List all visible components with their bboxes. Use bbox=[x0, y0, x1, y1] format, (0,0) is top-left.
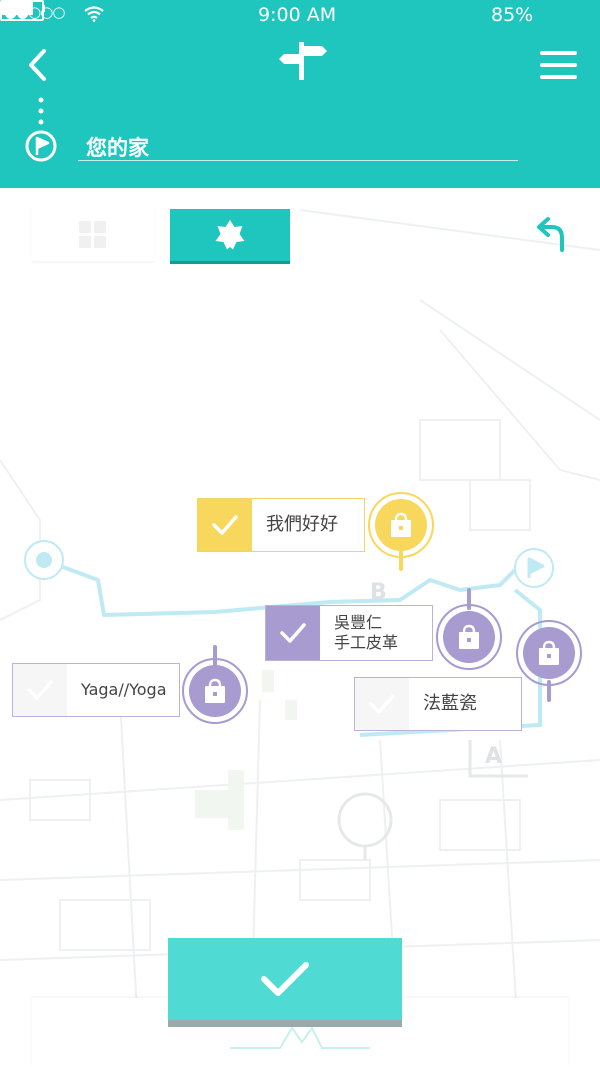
bag-pin-1[interactable] bbox=[368, 492, 434, 558]
map-marker-b: B bbox=[370, 580, 387, 605]
check-box-1[interactable] bbox=[198, 499, 252, 551]
bag-pin-4[interactable] bbox=[516, 620, 582, 686]
place-label-3: Yaga//Yoga bbox=[81, 680, 167, 699]
bag-pin-3[interactable] bbox=[182, 658, 248, 724]
place-label-2: 吳豐仁 手工皮革 bbox=[320, 606, 432, 660]
destination-text: 您的家 bbox=[86, 136, 149, 160]
grid-icon bbox=[79, 221, 106, 248]
place-card-1[interactable]: 我們好好 bbox=[197, 498, 365, 552]
wifi-icon bbox=[84, 6, 104, 22]
check-icon bbox=[280, 623, 306, 643]
back-icon[interactable] bbox=[26, 48, 50, 82]
destination-flag-icon bbox=[25, 130, 57, 162]
shopping-bag-icon bbox=[539, 640, 559, 665]
route-dots-icon bbox=[38, 97, 44, 125]
tab-grid-view[interactable] bbox=[32, 209, 154, 261]
tab-featured[interactable] bbox=[170, 209, 290, 261]
check-icon bbox=[212, 515, 238, 535]
undo-icon[interactable] bbox=[536, 216, 568, 254]
star-icon bbox=[215, 220, 245, 250]
status-time: 9:00 AM bbox=[258, 4, 337, 26]
shopping-bag-icon bbox=[459, 624, 479, 649]
place-label-4: 法藍瓷 bbox=[423, 693, 477, 714]
destination-field[interactable]: 您的家 bbox=[78, 128, 518, 161]
start-point-marker[interactable] bbox=[22, 538, 66, 582]
shopping-bag-icon bbox=[205, 678, 225, 703]
check-icon bbox=[27, 680, 53, 700]
check-box-2[interactable] bbox=[266, 606, 320, 660]
destination-flag-marker[interactable] bbox=[512, 546, 556, 590]
check-icon bbox=[261, 962, 309, 996]
menu-icon[interactable] bbox=[540, 50, 577, 80]
signpost-icon bbox=[279, 42, 327, 80]
bag-pin-2[interactable] bbox=[436, 604, 502, 670]
place-sub-2: 手工皮革 bbox=[334, 633, 399, 652]
check-icon bbox=[369, 694, 395, 714]
place-label-1: 我們好好 bbox=[266, 514, 338, 535]
place-card-2[interactable]: 吳豐仁 手工皮革 bbox=[265, 605, 433, 661]
place-card-4[interactable]: 法藍瓷 bbox=[354, 677, 522, 731]
check-box-3[interactable] bbox=[13, 664, 67, 716]
place-card-3[interactable]: Yaga//Yoga bbox=[12, 663, 180, 717]
status-bar: ●●○○○ 9:00 AM 85% bbox=[0, 0, 600, 30]
battery-percent: 85% bbox=[491, 4, 534, 26]
map-marker-a: A bbox=[485, 744, 503, 769]
confirm-button[interactable] bbox=[168, 938, 402, 1027]
check-box-4[interactable] bbox=[355, 678, 409, 730]
place-name-2: 吳豐仁 bbox=[334, 613, 383, 632]
shopping-bag-icon bbox=[391, 512, 411, 537]
